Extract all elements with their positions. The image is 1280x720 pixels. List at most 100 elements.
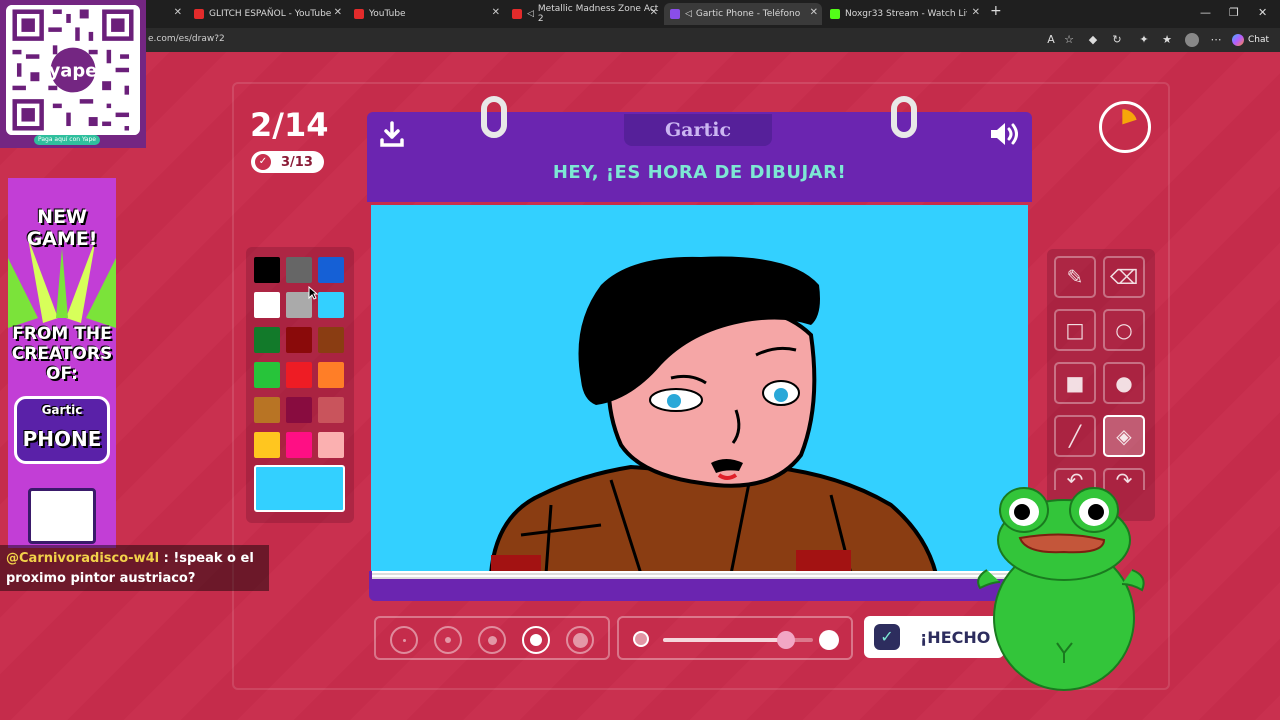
extensions-icon[interactable]: ✦ — [1137, 33, 1151, 47]
bucket-fill-tool-button[interactable]: ◈ — [1103, 415, 1145, 457]
slider-thumb[interactable] — [777, 631, 795, 649]
rectangle-outline-icon: □ — [1065, 318, 1085, 342]
close-window-icon[interactable]: ✕ — [1258, 6, 1267, 19]
tab-label: Metallic Madness Zone Act 2 — [537, 4, 659, 24]
tab-label: GLITCH ESPAÑOL - YouTube — [209, 9, 332, 19]
bucket-fill-icon: ◈ — [1116, 424, 1132, 448]
color-swatch[interactable] — [286, 327, 312, 353]
ad-banner[interactable]: NEW GAME! FROM THE CREATORS OF: Gartic P… — [8, 178, 116, 548]
score-value: 3/13 — [281, 154, 313, 170]
color-swatch[interactable] — [254, 432, 280, 458]
binder-ring — [481, 96, 507, 138]
qr-caption: Paga aquí con Yape — [34, 135, 100, 145]
color-swatch[interactable] — [254, 397, 280, 423]
tab-label: Gartic Phone - Teléfono Desc — [695, 9, 802, 19]
address-bar: e.com/es/draw?2 A ☆ ◆ ↻ ✦ ★ ⋯ Chat — [0, 28, 1280, 52]
color-swatch[interactable] — [286, 432, 312, 458]
check-icon: ✓ — [255, 154, 271, 170]
tab-glitch[interactable]: GLITCH ESPAÑOL - YouTube ✕ — [188, 3, 346, 25]
tab-label: Noxgr33 Stream - Watch Live on — [845, 9, 967, 19]
color-swatch[interactable] — [286, 397, 312, 423]
current-color-swatch[interactable] — [254, 465, 345, 512]
color-swatch[interactable] — [318, 432, 344, 458]
color-swatch[interactable] — [318, 257, 344, 283]
circle-filled-tool-button[interactable]: ● — [1103, 362, 1145, 404]
speaker-icon[interactable]: ◁ — [527, 9, 534, 19]
copilot-chat-button[interactable]: Chat — [1232, 32, 1269, 48]
pencil-tool-button[interactable]: ✎ — [1054, 256, 1096, 298]
close-tab-icon[interactable]: ✕ — [492, 7, 500, 18]
gartic-icon — [670, 9, 680, 19]
close-tab-icon[interactable]: ✕ — [650, 7, 658, 18]
opacity-slider[interactable] — [617, 616, 853, 660]
opacity-max-icon — [819, 630, 839, 650]
copilot-icon — [1232, 34, 1244, 46]
close-tab-icon[interactable]: ✕ — [334, 7, 342, 18]
rectangle-filled-tool-button[interactable]: ■ — [1054, 362, 1096, 404]
drawing — [488, 256, 939, 574]
restore-icon[interactable]: ❐ — [1229, 6, 1239, 19]
chat-label: Chat — [1248, 35, 1270, 45]
color-swatch[interactable] — [254, 257, 280, 283]
chat-message: @Carnivoradisco-w4l : !speak o el proxim… — [0, 545, 269, 591]
color-swatch[interactable] — [318, 397, 344, 423]
profile-avatar[interactable] — [1185, 33, 1199, 47]
color-swatch[interactable] — [318, 362, 344, 388]
gartic-phone-logo: Gartic PHONE — [14, 396, 110, 464]
rectangle-outline-tool-button[interactable]: □ — [1054, 309, 1096, 351]
favorites-icon[interactable]: ★ — [1160, 33, 1174, 47]
tab-youtube[interactable]: YouTube ✕ — [348, 3, 504, 25]
color-swatch[interactable] — [254, 292, 280, 318]
tab-metallic[interactable]: ◁ Metallic Madness Zone Act 2 ✕ — [506, 3, 662, 25]
brush-size-button[interactable] — [478, 626, 506, 654]
close-tab-icon[interactable]: ✕ — [174, 7, 182, 18]
eraser-tool-button[interactable]: ⌫ — [1103, 256, 1145, 298]
brush-size-button[interactable] — [390, 626, 418, 654]
kick-icon — [830, 9, 840, 19]
speaker-icon[interactable] — [988, 120, 1022, 148]
color-swatch[interactable] — [254, 362, 280, 388]
board-header: Gartic HEY, ¡ES HORA DE DIBUJAR! — [367, 96, 1032, 202]
ad-logo-text: Gartic — [41, 403, 83, 417]
round-counter: 2/14 — [250, 106, 329, 144]
url-field[interactable]: e.com/es/draw?2 — [148, 34, 225, 44]
minimize-icon[interactable]: — — [1200, 6, 1211, 19]
tab-kick[interactable]: Noxgr33 Stream - Watch Live on ✕ — [824, 3, 984, 25]
download-icon[interactable] — [379, 120, 405, 148]
favorite-star-icon[interactable]: ☆ — [1062, 33, 1076, 47]
speaker-icon[interactable]: ◁ — [685, 9, 692, 19]
color-swatch[interactable] — [318, 292, 344, 318]
extension-icon[interactable]: ◆ — [1086, 33, 1100, 47]
slider-track[interactable] — [663, 631, 813, 649]
circle-outline-tool-button[interactable]: ○ — [1103, 309, 1145, 351]
brush-size-dot — [402, 638, 406, 642]
tab-label: YouTube — [369, 9, 406, 19]
close-tab-icon[interactable]: ✕ — [810, 7, 818, 18]
color-swatch[interactable] — [318, 327, 344, 353]
pencil-icon: ✎ — [1066, 265, 1084, 289]
color-swatch[interactable] — [286, 257, 312, 283]
close-tab-icon[interactable]: ✕ — [972, 7, 980, 18]
read-aloud-icon[interactable]: A — [1044, 33, 1058, 47]
line-tool-button[interactable]: ╱ — [1054, 415, 1096, 457]
ad-text: OF: — [46, 364, 78, 384]
brush-size-button[interactable] — [434, 626, 462, 654]
drawing-canvas[interactable] — [371, 205, 1028, 574]
tab-gartic[interactable]: ◁ Gartic Phone - Teléfono Desc ✕ — [664, 3, 822, 25]
color-swatch[interactable] — [254, 327, 280, 353]
ad-text: CREATORS — [11, 344, 113, 364]
ad-text: NEW — [37, 206, 87, 228]
brush-size-dot — [530, 634, 542, 646]
ad-text: GAME! — [26, 228, 98, 250]
new-tab-icon[interactable]: + — [990, 3, 1002, 19]
brush-size-button[interactable] — [522, 626, 550, 654]
board-footer — [369, 571, 1032, 601]
brush-size-dot — [487, 635, 497, 645]
qr-overlay: yape Paga aquí con Yape — [0, 0, 146, 148]
chat-username: @Carnivoradisco-w4l — [6, 551, 160, 566]
refresh-extension-icon[interactable]: ↻ — [1110, 33, 1124, 47]
brush-size-button[interactable] — [566, 626, 594, 654]
draw-prompt-banner: HEY, ¡ES HORA DE DIBUJAR! — [552, 162, 847, 183]
more-menu-icon[interactable]: ⋯ — [1209, 33, 1223, 47]
color-swatch[interactable] — [286, 362, 312, 388]
